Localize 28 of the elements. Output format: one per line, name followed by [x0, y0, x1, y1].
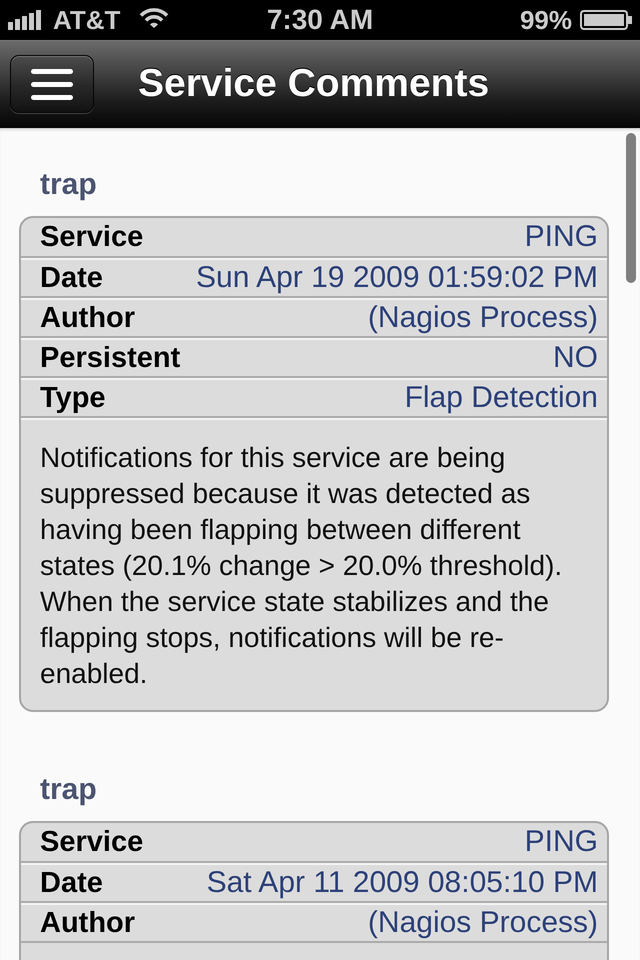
field-value: NO: [553, 341, 598, 375]
field-value: PING: [524, 220, 598, 254]
comment-title: trap: [40, 772, 97, 808]
field-value: Flap Detection: [404, 381, 598, 415]
field-label: Author: [40, 906, 136, 940]
screen-title: Service Comments: [138, 62, 490, 106]
field-label: Date: [40, 866, 103, 900]
battery-icon: [580, 10, 632, 30]
comment-text: Notifications for this service are being suppressed because it was detected as having been flapping between different states (20.1% change > 20.0% threshold). When the service state stabilizes and the flapping stops, notifications will be re-enabled.: [21, 418, 607, 710]
menu-button[interactable]: [10, 55, 94, 113]
battery-percent: 99%: [520, 4, 572, 36]
field-value: PING: [524, 825, 598, 859]
field-label: Date: [40, 262, 103, 294]
field-value: Sat Apr 11 2009 08:05:10 PM: [206, 866, 598, 900]
field-label: Persistent: [40, 342, 180, 374]
signal-icon: [8, 10, 44, 30]
field-value: Sun Apr 19 2009 01:59:02 PM: [196, 261, 598, 295]
field-label: Service: [40, 826, 144, 858]
field-label: Author: [40, 302, 136, 334]
clock-time: 7:30 AM: [266, 4, 374, 36]
field-value: (Nagios Process): [368, 906, 598, 940]
comment-title: trap: [40, 167, 97, 203]
field-label: Service: [40, 220, 144, 254]
carrier-name: AT&T: [53, 4, 120, 36]
wifi-icon: [139, 6, 170, 28]
field-label: Type: [40, 382, 106, 414]
field-value: (Nagios Process): [368, 301, 598, 335]
menu-icon: [31, 68, 73, 100]
